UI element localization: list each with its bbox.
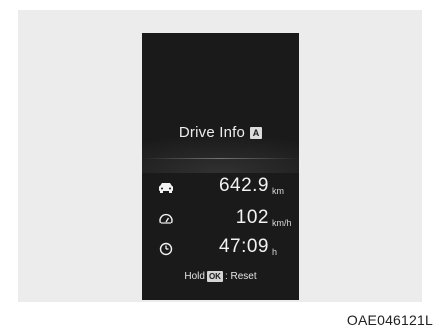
reset-label: : Reset <box>224 271 257 282</box>
time-unit: h <box>272 247 278 257</box>
speed-value: 102 <box>235 207 269 228</box>
hold-label: Hold <box>184 271 205 282</box>
cluster-display: Drive Info A 642.9 km 102 km/h 47:09 h H… <box>142 33 299 300</box>
distance-value: 642.9 <box>218 175 269 196</box>
drive-info-title: Drive Info A <box>142 124 299 141</box>
mode-a-badge: A <box>250 126 263 139</box>
reset-hint: Hold OK : Reset <box>142 271 299 282</box>
speedometer-icon <box>158 212 174 228</box>
title-label: Drive Info <box>178 124 246 141</box>
time-value: 47:09 <box>218 236 269 257</box>
time-row: 47:09 h <box>142 236 299 260</box>
divider <box>142 158 299 159</box>
ok-button-badge: OK <box>206 271 223 282</box>
speed-unit: km/h <box>272 218 292 228</box>
distance-unit: km <box>272 186 284 196</box>
car-icon <box>158 180 174 196</box>
clock-icon <box>158 241 174 257</box>
figure-code: OAE046121L <box>346 312 433 328</box>
distance-row: 642.9 km <box>142 175 299 199</box>
speed-row: 102 km/h <box>142 207 299 231</box>
